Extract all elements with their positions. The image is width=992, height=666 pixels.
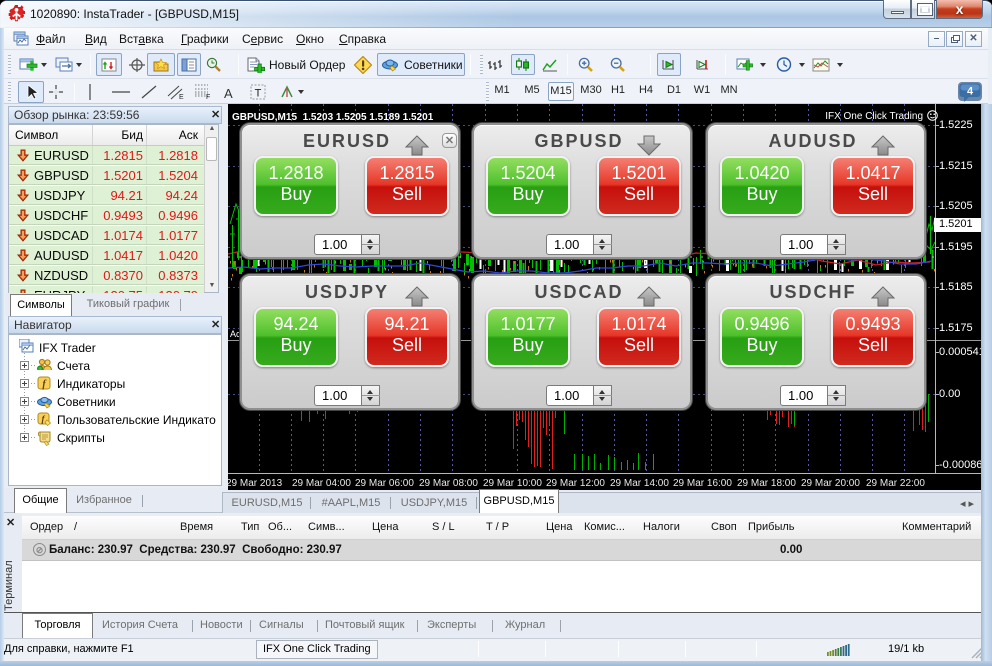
svg-text:T: T [255,88,262,100]
svg-text:E: E [179,94,184,100]
svg-text:4: 4 [967,86,974,98]
svg-text:F: F [206,94,210,100]
